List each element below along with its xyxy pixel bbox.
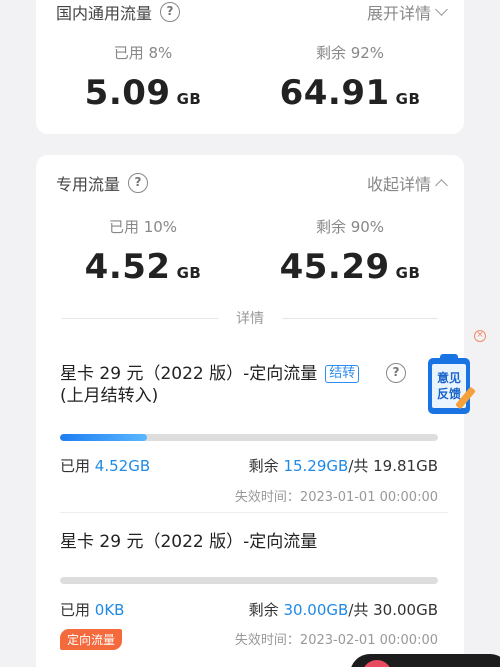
avatar — [362, 660, 392, 667]
remain-value: 15.29GB — [283, 457, 349, 475]
collapse-details-label: 收起详情 — [366, 175, 431, 194]
carryover-tag: 结转 — [325, 365, 360, 383]
unit-label: GB — [176, 90, 202, 108]
domestic-used-stat: 已用 8% 5.09 GB — [43, 42, 243, 113]
chevron-down-icon — [435, 3, 448, 16]
remain-prefix: 剩余 — [248, 457, 279, 475]
used-prefix: 已用 — [60, 601, 91, 619]
dedicated-used-label: 已用 10% — [108, 218, 178, 236]
usage-progress-fill — [60, 434, 147, 441]
floating-action-widget[interactable] — [350, 654, 500, 667]
close-icon[interactable]: × — [474, 330, 486, 342]
remain-value: 30.00GB — [283, 601, 349, 619]
usage-progress-bar — [60, 434, 438, 441]
expiry-time: 失效时间：2023-02-01 00:00:00 — [234, 633, 438, 648]
unit-label: GB — [395, 90, 421, 108]
dedicated-remain-stat: 剩余 90% 45.29 GB — [250, 216, 450, 287]
remain-prefix: 剩余 — [248, 601, 279, 619]
used-value: 4.52GB — [94, 457, 151, 475]
total-value: /共 30.00GB — [348, 601, 438, 619]
domestic-title-group: 国内通用流量 ? — [56, 0, 181, 24]
dedicated-used-stat: 已用 10% 4.52 GB — [43, 216, 243, 287]
directed-traffic-badge: 定向流量 — [60, 629, 123, 650]
package-item-2[interactable]: 星卡 29 元（2022 版）-定向流量 已用 0KB 剩余 30.00GB/共… — [60, 531, 438, 667]
expiry-time: 失效时间：2023-01-01 00:00:00 — [234, 490, 438, 505]
domestic-data-card: 国内通用流量 ? 展开详情 已用 8% 5.09 GB 剩余 92% 64.91 G… — [36, 0, 464, 134]
usage-progress-bar — [60, 577, 438, 584]
details-divider: 详情 — [62, 308, 438, 328]
package-title-line1: 星卡 29 元（2022 版）-定向流量 — [60, 532, 318, 552]
package-title: 星卡 29 元（2022 版）-定向流量 — [60, 531, 438, 553]
domestic-card-header: 国内通用流量 ? 展开详情 — [56, 0, 448, 24]
help-icon[interactable]: ? — [386, 363, 406, 383]
domestic-used-value: 5.09 — [84, 73, 171, 113]
help-icon[interactable]: ? — [160, 2, 181, 22]
package-title-line1: 星卡 29 元（2022 版）-定向流量 — [60, 364, 318, 384]
used-prefix: 已用 — [60, 457, 91, 475]
dedicated-card-header: 专用流量 ? 收起详情 — [56, 171, 448, 195]
dedicated-title-group: 专用流量 ? — [56, 171, 149, 195]
dedicated-used-value: 4.52 — [84, 247, 171, 287]
domestic-used-label: 已用 8% — [113, 44, 173, 62]
dedicated-remain-label: 剩余 90% — [315, 218, 385, 236]
used-value: 0KB — [94, 601, 125, 619]
dedicated-data-card: 专用流量 ? 收起详情 已用 10% 4.52 GB 剩余 90% 45.29 GB… — [36, 155, 464, 667]
expand-details-label: 展开详情 — [366, 4, 431, 23]
domestic-remain-value: 64.91 — [279, 73, 390, 113]
usage-row: 已用 4.52GB 剩余 15.29GB/共 19.81GB — [60, 455, 438, 476]
expand-details-button[interactable]: 展开详情 — [366, 0, 448, 24]
dedicated-title: 专用流量 — [56, 175, 121, 194]
package-title-line2: (上月结转入) — [60, 386, 159, 406]
package-title: 星卡 29 元（2022 版）-定向流量 结转 (上月结转入) — [60, 363, 438, 407]
help-icon[interactable]: ? — [128, 173, 149, 193]
item-separator — [60, 512, 448, 513]
domestic-remain-label: 剩余 92% — [315, 44, 385, 62]
dedicated-remain-value: 45.29 — [279, 247, 390, 287]
feedback-button[interactable]: 意见反馈 — [426, 352, 478, 416]
details-label: 详情 — [236, 311, 264, 327]
domestic-remain-stat: 剩余 92% 64.91 GB — [250, 42, 450, 113]
collapse-details-button[interactable]: 收起详情 — [366, 171, 448, 195]
chevron-up-icon — [435, 179, 448, 192]
unit-label: GB — [395, 264, 421, 282]
total-value: /共 19.81GB — [348, 457, 438, 475]
unit-label: GB — [176, 264, 202, 282]
package-item-1[interactable]: 星卡 29 元（2022 版）-定向流量 结转 (上月结转入) ? 已用 4.52… — [60, 363, 438, 513]
domestic-title: 国内通用流量 — [56, 4, 153, 23]
usage-row: 已用 0KB 剩余 30.00GB/共 30.00GB — [60, 599, 438, 620]
